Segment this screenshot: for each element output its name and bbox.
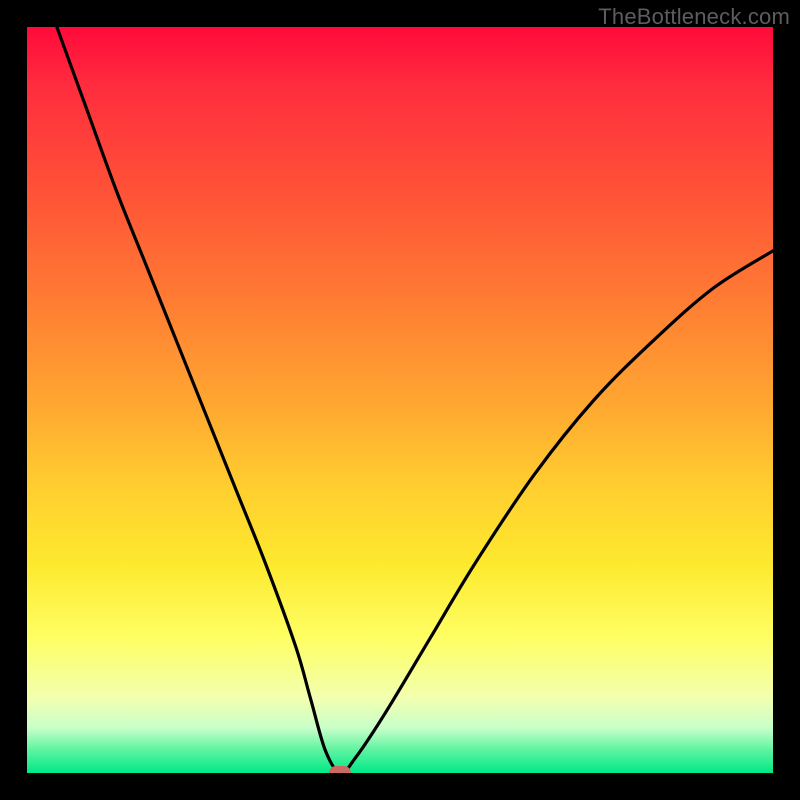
optimal-point-marker	[329, 766, 351, 773]
chart-frame: TheBottleneck.com	[0, 0, 800, 800]
bottleneck-curve	[27, 27, 773, 773]
plot-area	[27, 27, 773, 773]
